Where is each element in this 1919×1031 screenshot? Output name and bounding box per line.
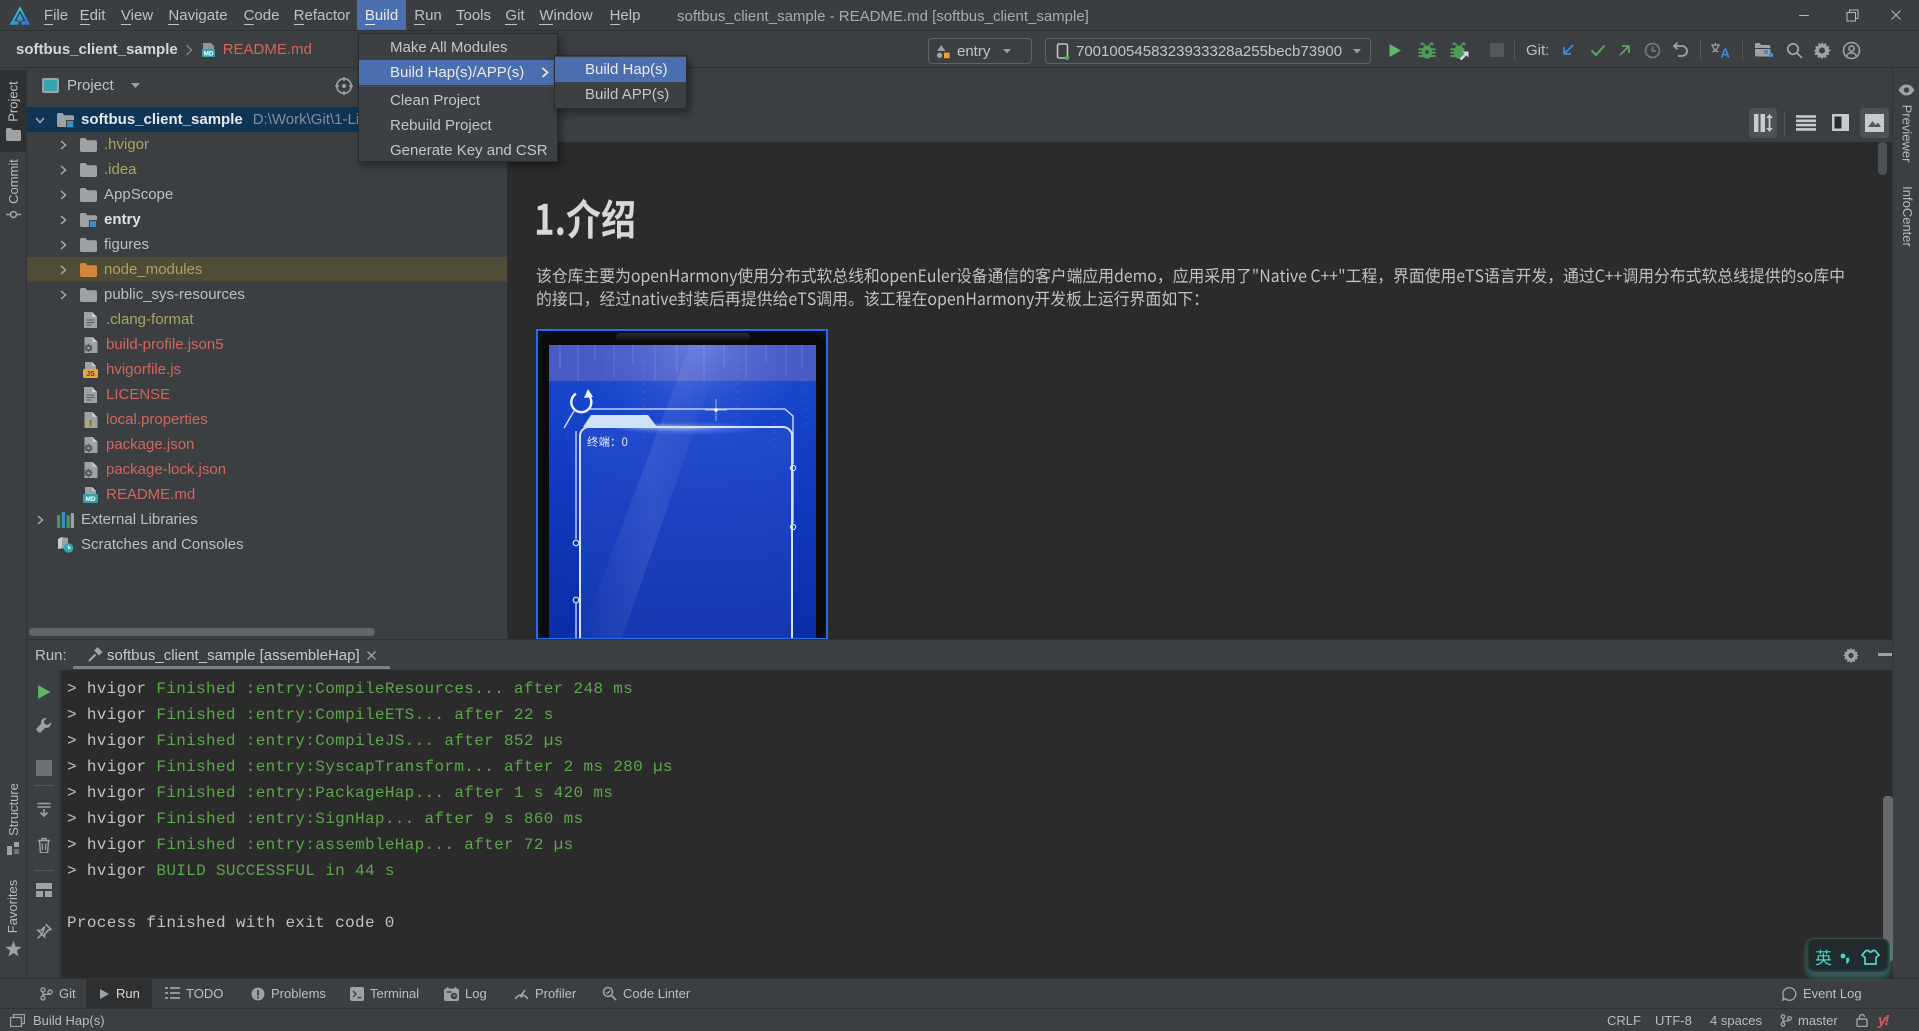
svg-text:JS: JS [86, 371, 95, 378]
svg-text:MD: MD [85, 496, 95, 503]
svg-text:MD: MD [203, 50, 213, 57]
svg-text:A: A [1721, 45, 1731, 59]
